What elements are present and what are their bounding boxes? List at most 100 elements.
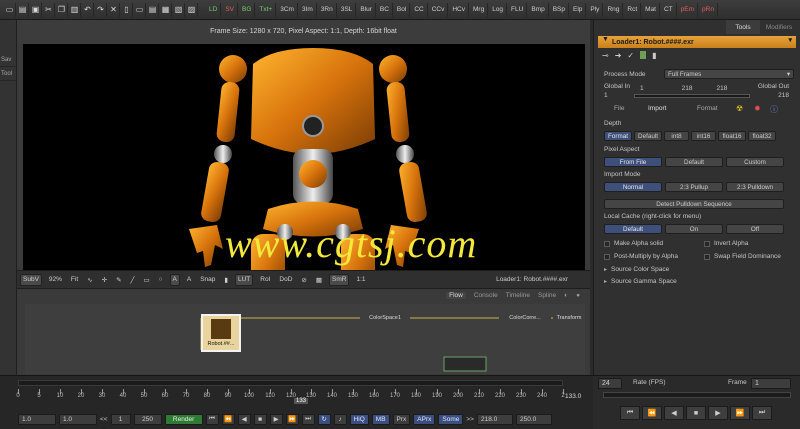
layout-2-icon[interactable]: ▭ (134, 2, 146, 17)
fit-button[interactable]: Fit (69, 274, 80, 286)
pixel-aspect-default-button[interactable]: Default (665, 157, 723, 167)
pixel-aspect-custom-button[interactable]: Custom (726, 157, 784, 167)
tab-spline[interactable]: Spline (538, 292, 556, 299)
tab-console[interactable]: Console (474, 292, 498, 299)
cache-off-button[interactable]: Off (726, 224, 784, 234)
radiation-icon[interactable]: ☢ (736, 104, 743, 113)
transport-start-icon[interactable]: ⏮ (620, 406, 640, 420)
tool-tab-icon[interactable]: ◐ (564, 292, 568, 299)
paste-icon[interactable]: ▥ (69, 2, 81, 17)
tool-bsp[interactable]: BSp (550, 2, 569, 17)
line-icon[interactable]: ╱ (129, 274, 137, 286)
mb-button[interactable]: MB (371, 413, 390, 425)
text-tool-icon[interactable]: A (169, 273, 180, 286)
tool-bg[interactable]: BG (239, 2, 256, 17)
tab-tools[interactable]: Tools (726, 20, 760, 34)
render-end-field[interactable]: 218.0 (476, 413, 513, 425)
check-icon[interactable]: ✓ (627, 51, 634, 60)
source-color-space-expander[interactable]: ▸ Source Color Space (604, 266, 669, 273)
subtab-file[interactable]: File (614, 105, 624, 112)
snap-button[interactable]: Snap (198, 274, 217, 286)
step-back-icon[interactable]: ⏪ (221, 413, 235, 425)
tool-ld[interactable]: LD (206, 2, 222, 17)
copy-icon[interactable]: ❐ (56, 2, 68, 17)
play-icon[interactable]: ▶ (269, 413, 283, 425)
depth-default-button[interactable]: Default (634, 131, 662, 141)
step-forward-icon[interactable]: ⏩ (285, 413, 299, 425)
goto-end-icon[interactable]: ⏭ (301, 413, 315, 425)
depth-float16-button[interactable]: float16 (718, 131, 746, 141)
tool-ccv[interactable]: CCv (429, 2, 449, 17)
tool-cc[interactable]: CC (411, 2, 428, 17)
cut-icon[interactable]: ✂ (43, 2, 55, 17)
pixel-aspect-fromfile-button[interactable]: From File (604, 157, 662, 167)
menu-icon[interactable]: ▾ (788, 36, 792, 44)
frame-field[interactable]: 1 (751, 378, 791, 389)
tool-ply[interactable]: Ply (587, 2, 604, 17)
process-mode-select[interactable]: Full Frames ▾ (664, 69, 794, 79)
stop-icon[interactable]: ■ (253, 413, 267, 425)
frame-slider[interactable] (603, 392, 791, 398)
tab-modifiers[interactable]: Modifiers (762, 20, 796, 34)
transform-icon[interactable]: ✛ (100, 274, 109, 286)
source-gamma-space-expander[interactable]: ▸ Source Gamma Space (604, 278, 677, 285)
smr-button[interactable]: SmR (329, 273, 350, 286)
tools-icon[interactable]: ✕ (108, 2, 120, 17)
transform-node[interactable]: Transform (553, 314, 585, 322)
transport-reverse-icon[interactable]: ◀ (664, 406, 684, 420)
range-end-field[interactable]: 250 (133, 413, 162, 425)
aprx-button[interactable]: APrx (413, 413, 436, 425)
import-pulldown-button[interactable]: 2:3 Pulldown (726, 182, 784, 192)
depth-float32-button[interactable]: float32 (748, 131, 776, 141)
roi-button[interactable]: RoI (258, 274, 272, 286)
arrow-icon[interactable]: ➜ (615, 51, 622, 60)
flow-area[interactable]: Robot.##... ColorSpace1 ColorCorre... Tr… (25, 304, 585, 374)
global-out-value[interactable]: 218 (778, 92, 789, 99)
lut-button[interactable]: LUT (234, 273, 254, 286)
tool-sv[interactable]: SV (222, 2, 238, 17)
layout-1-icon[interactable]: ▯ (121, 2, 133, 17)
import-normal-button[interactable]: Normal (604, 182, 662, 192)
viewer-canvas[interactable]: www.cgtsj.com (23, 44, 585, 289)
current-frame-marker[interactable]: 133 (293, 398, 309, 404)
tool-header[interactable]: ▼ Loader1: Robot.####.exr ▾ (598, 36, 796, 48)
subtab-format[interactable]: Format (697, 105, 718, 112)
info-icon[interactable]: ⓘ (770, 104, 778, 115)
tool-rng[interactable]: Rng (604, 2, 624, 17)
make-alpha-solid-checkbox[interactable] (604, 240, 610, 247)
redo-icon[interactable]: ↷ (95, 2, 107, 17)
ratio-button[interactable]: 1:1 (354, 274, 367, 286)
tool-mrg[interactable]: Mrg (470, 2, 489, 17)
pin-icon[interactable]: ⊸ (602, 51, 609, 60)
tool-blur[interactable]: Blur (357, 2, 376, 17)
open-icon[interactable]: ▤ (17, 2, 29, 17)
layout-4-icon[interactable]: ▦ (160, 2, 172, 17)
global-range-slider[interactable] (633, 93, 750, 98)
global-end-field[interactable]: 250.0 (515, 413, 552, 425)
transport-end-icon[interactable]: ⏭ (752, 406, 772, 420)
paint-icon[interactable]: ✎ (114, 274, 123, 286)
invert-alpha-checkbox[interactable] (704, 240, 710, 247)
layout-5-icon[interactable]: ▧ (173, 2, 185, 17)
prx-button[interactable]: Prx (392, 413, 411, 425)
play-reverse-icon[interactable]: ◀ (237, 413, 251, 425)
undo-icon[interactable]: ↶ (82, 2, 94, 17)
import-pullup-button[interactable]: 2:3 Pullup (665, 182, 723, 192)
colorspace-node[interactable]: ColorSpace1 (360, 314, 410, 322)
depth-int8-button[interactable]: int8 (664, 131, 689, 141)
loop-icon[interactable]: ↻ (317, 413, 331, 425)
lock-icon[interactable]: ⊘ (299, 274, 308, 286)
global-start-field[interactable]: 1.0 (18, 413, 56, 425)
render-start-field[interactable]: 1.0 (59, 413, 97, 425)
collapse-arrow-icon[interactable]: ▼ (602, 36, 609, 43)
tool-mat[interactable]: Mat (642, 2, 660, 17)
checker-icon[interactable]: ▩ (314, 274, 324, 286)
range-start-field[interactable]: 1 (110, 413, 131, 425)
text-b-icon[interactable]: A (185, 274, 193, 286)
tool-3im[interactable]: 3Im (299, 2, 317, 17)
save-icon[interactable]: ▣ (30, 2, 42, 17)
transport-stop-icon[interactable]: ■ (686, 406, 706, 420)
tool-bol[interactable]: Bol (394, 2, 411, 17)
swap-field-checkbox[interactable] (704, 253, 710, 260)
audio-icon[interactable]: ♪ (333, 413, 347, 425)
